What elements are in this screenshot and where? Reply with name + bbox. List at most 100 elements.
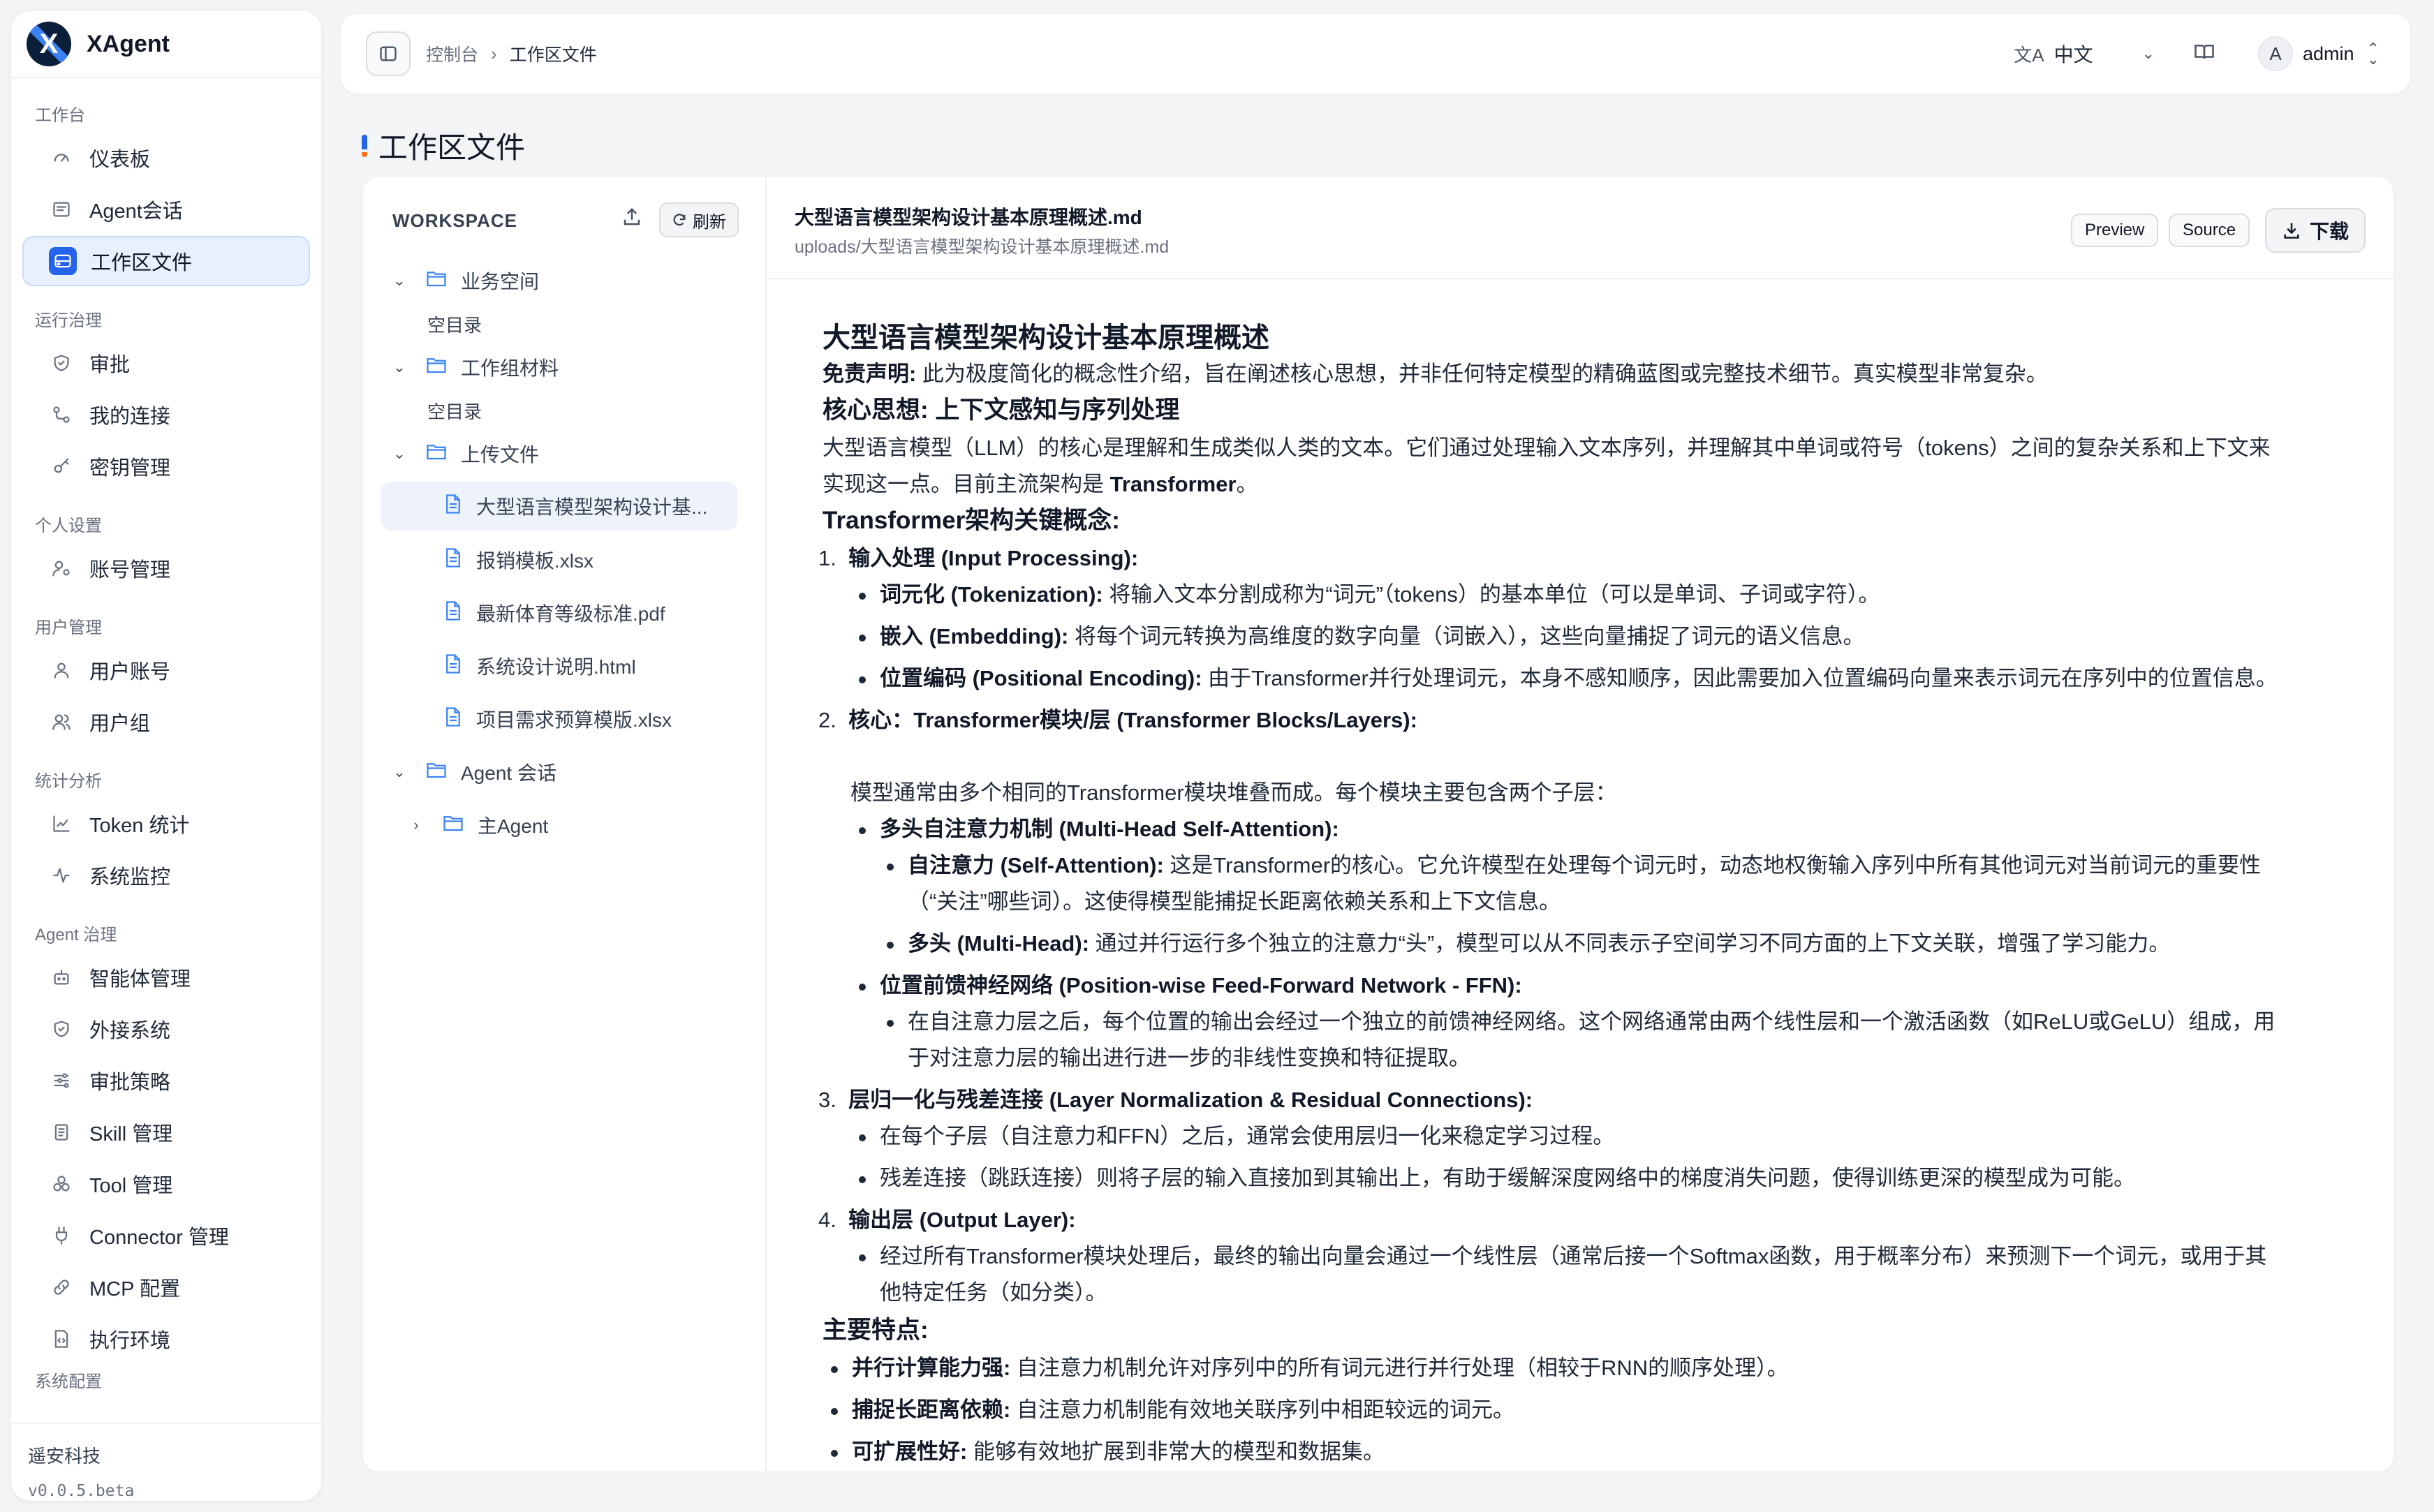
chevron-down-icon: ⌄ — [2141, 45, 2155, 62]
doc-list-item: 2. 核心：Transformer模块/层 (Transformer Block… — [818, 708, 1417, 732]
doc-list-item: 在自注意力层之后，每个位置的输出会经过一个独立的前馈神经网络。这个网络通常由两个… — [887, 1004, 2275, 1040]
sidebar-item-5-1[interactable]: 外接系统 — [22, 1004, 310, 1054]
brand[interactable]: X XAgent — [11, 11, 321, 78]
title-accent-icon — [362, 134, 367, 157]
file-label: 最新体育等级标准.pdf — [476, 603, 665, 625]
doc-list-item: 并行计算能力强: 自注意力机制允许对序列中的所有词元进行并行处理（相较于RNN的… — [831, 1350, 1789, 1386]
file-text-icon — [444, 494, 462, 519]
plug-icon — [50, 1224, 73, 1247]
chevron-right-icon: › — [491, 43, 497, 64]
sidebar-item-5-3[interactable]: Skill 管理 — [22, 1107, 310, 1157]
refresh-button[interactable]: 刷新 — [659, 202, 739, 237]
folder-icon — [426, 443, 447, 466]
tree-folder-uploads[interactable]: ⌄ 上传文件 — [392, 434, 539, 473]
sliders-icon — [50, 1069, 73, 1092]
file-path: uploads/大型语言模型架构设计基本原理概述.md — [795, 237, 1170, 257]
bot-icon — [50, 966, 73, 988]
tree-file-item[interactable]: 系统设计说明.html — [444, 646, 636, 685]
sidebar-item-5-4[interactable]: Tool 管理 — [22, 1159, 310, 1209]
sidebar-footer: 遥安科技 v0.0.5.beta — [11, 1423, 321, 1501]
doc-heading: 主要特点: — [823, 1317, 929, 1344]
sidebar-item-label: 外接系统 — [89, 1020, 171, 1042]
sidebar: X XAgent 工作台 仪表板 Agent会话 工作区文件 运行治理 审批 我… — [11, 11, 321, 1501]
folder-icon — [426, 356, 447, 379]
translate-icon: 文A — [2014, 44, 2044, 66]
sidebar-item-label: Token 统计 — [89, 815, 190, 837]
sidebar-item-2-0[interactable]: 账号管理 — [22, 543, 310, 593]
doc-list-item: 可扩展性好: 能够有效地扩展到非常大的模型和数据集。 — [831, 1434, 1385, 1470]
preview-button[interactable]: Preview — [2071, 214, 2159, 247]
sidebar-item-label: 系统监控 — [89, 866, 171, 889]
tree-folder-group-material[interactable]: ⌄ 工作组材料 — [392, 348, 559, 387]
sidebar-item-1-1[interactable]: 我的连接 — [22, 390, 310, 440]
sidebar-item-5-0[interactable]: 智能体管理 — [22, 952, 310, 1002]
tree-folder-agent-sessions[interactable]: ⌄ Agent 会话 — [392, 753, 556, 792]
doc-paragraph: 实现这一点。目前主流架构是 Transformer。 — [823, 472, 1258, 496]
sidebar-item-5-2[interactable]: 审批策略 — [22, 1055, 310, 1106]
folder-label: 业务空间 — [461, 271, 540, 292]
tree-file-item[interactable]: 最新体育等级标准.pdf — [444, 593, 665, 632]
user-cog-icon — [50, 557, 73, 579]
chevron-down-icon[interactable]: ⌄ — [392, 358, 406, 376]
doc-list-item: 位置前馈神经网络 (Position-wise Feed-Forward Net… — [859, 968, 1522, 1004]
sidebar-toggle-button[interactable] — [366, 31, 411, 76]
folder-label: 工作组材料 — [461, 357, 559, 379]
sidebar-item-0-1[interactable]: Agent会话 — [22, 184, 310, 235]
chevron-down-icon[interactable]: ⌄ — [392, 763, 406, 781]
sidebar-item-label: Tool 管理 — [89, 1175, 173, 1197]
brand-name: XAgent — [87, 30, 170, 57]
sidebar-item-4-1[interactable]: 系统监控 — [22, 850, 310, 900]
sidebar-item-1-2[interactable]: 密钥管理 — [22, 441, 310, 491]
sidebar-item-1-0[interactable]: 审批 — [22, 338, 310, 388]
doc-heading: Transformer架构关键概念: — [823, 507, 1120, 534]
tree-file-item[interactable]: 报销模板.xlsx — [444, 540, 593, 579]
panel-left-icon — [380, 46, 397, 61]
doc-list-item: 残差连接（跳跃连接）则将子层的输入直接加到其输出上，有助于缓解深度网络中的梯度消… — [859, 1160, 2135, 1196]
sidebar-item-5-7[interactable]: 执行环境 — [22, 1314, 310, 1364]
file-text-icon — [444, 547, 462, 573]
doc-paragraph: 模型通常由多个相同的Transformer模块堆叠而成。每个模块主要包含两个子层… — [850, 780, 1617, 805]
doc-list-item: 3. 层归一化与残差连接 (Layer Normalization & Resi… — [818, 1088, 1533, 1112]
refresh-label: 刷新 — [693, 212, 726, 232]
chevrons-updown-icon[interactable]: ⌃ ⌄ — [2367, 40, 2380, 66]
upload-icon[interactable] — [621, 207, 642, 233]
tree-file-item[interactable]: 项目需求预算模版.xlsx — [444, 699, 672, 739]
sidebar-item-5-6[interactable]: MCP 配置 — [22, 1262, 310, 1312]
tree-folder-main-agent[interactable]: › 主Agent — [409, 806, 548, 845]
avatar[interactable]: A — [2258, 36, 2294, 71]
nav-group-label: 工作台 — [35, 106, 85, 125]
folder-label: 主Agent — [478, 815, 549, 837]
file-text-icon — [444, 653, 462, 679]
key-icon — [50, 455, 73, 477]
chevron-down-icon[interactable]: ⌄ — [392, 445, 406, 463]
sidebar-item-label: Agent会话 — [89, 200, 183, 223]
sidebar-item-label: 审批 — [89, 354, 131, 376]
doc-list-item: 多头自注意力机制 (Multi-Head Self-Attention): — [859, 811, 1339, 847]
doc-paragraph: 他特定任务（如分类）。 — [880, 1280, 1107, 1305]
book-icon[interactable] — [2194, 41, 2215, 67]
sidebar-item-0-0[interactable]: 仪表板 — [22, 133, 310, 183]
tree-folder-business[interactable]: ⌄ 业务空间 — [392, 261, 539, 300]
sidebar-item-3-1[interactable]: 用户组 — [22, 697, 310, 747]
user-name[interactable]: admin — [2303, 43, 2354, 65]
viewer-header: 大型语言模型架构设计基本原理概述.md uploads/大型语言模型架构设计基本… — [767, 177, 2394, 279]
sidebar-item-3-0[interactable]: 用户账号 — [22, 645, 310, 695]
shield-check-icon — [50, 352, 73, 374]
page-title: 工作区文件 — [378, 131, 526, 164]
doc-list-item: 词元化 (Tokenization): 将输入文本分割成称为“词元”（token… — [859, 577, 1880, 613]
language-select[interactable]: 文A 中文 ⌄ — [2014, 40, 2155, 68]
source-button[interactable]: Source — [2169, 214, 2250, 247]
sidebar-item-0-2[interactable]: 工作区文件 — [22, 236, 310, 286]
chevron-down-icon[interactable]: ⌄ — [392, 272, 406, 290]
sidebar-item-4-0[interactable]: Token 统计 — [22, 799, 310, 849]
doc-title: 大型语言模型架构设计基本原理概述 — [823, 323, 1269, 353]
doc-list-item: 1. 输入处理 (Input Processing): — [818, 546, 1139, 570]
file-name: 大型语言模型架构设计基本原理概述.md — [795, 207, 1142, 228]
tree-file-item[interactable]: 大型语言模型架构设计基... — [381, 482, 737, 531]
chevron-right-icon[interactable]: › — [409, 816, 423, 834]
breadcrumb-home[interactable]: 控制台 — [426, 41, 478, 66]
sidebar-item-label: 用户组 — [89, 713, 151, 735]
download-button[interactable]: 下载 — [2265, 208, 2366, 253]
sidebar-item-5-5[interactable]: Connector 管理 — [22, 1210, 310, 1261]
sidebar-item-label: MCP 配置 — [89, 1278, 180, 1300]
